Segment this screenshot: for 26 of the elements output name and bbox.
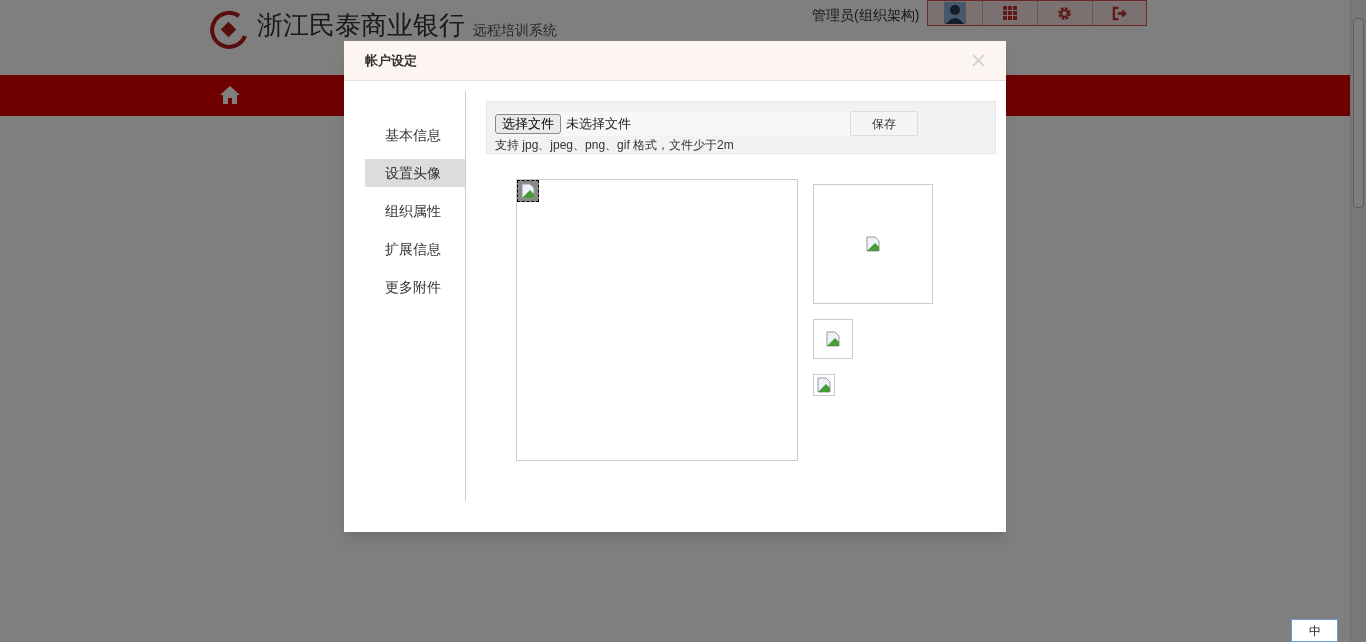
bank-name: 浙江民泰商业银行 <box>257 11 465 39</box>
menu-item[interactable]: 设置头像 <box>365 159 465 187</box>
broken-image-icon <box>865 236 881 252</box>
menu-item[interactable]: 扩展信息 <box>365 235 465 263</box>
menu-item[interactable]: 组织属性 <box>365 197 465 225</box>
file-status: 未选择文件 <box>566 114 631 133</box>
save-button[interactable]: 保存 <box>850 111 918 136</box>
menu-item[interactable]: 基本信息 <box>365 121 465 149</box>
choose-file-button[interactable]: 选择文件 <box>495 113 561 134</box>
grid-icon[interactable] <box>1002 6 1017 20</box>
scrollbar[interactable] <box>1350 0 1366 642</box>
logo-icon <box>209 10 249 50</box>
settings-icon[interactable] <box>1057 5 1073 21</box>
crop-handle[interactable] <box>517 180 539 202</box>
logout-icon[interactable] <box>1111 5 1127 21</box>
home-icon[interactable] <box>220 86 240 104</box>
dialog-title: 帐户设定 <box>365 51 417 70</box>
format-hint: 支持 jpg、jpeg、png、gif 格式，文件少于2m <box>495 139 735 151</box>
system-subtitle: 远程培训系统 <box>473 23 557 37</box>
ime-indicator[interactable]: 中 <box>1291 619 1338 642</box>
broken-image-icon <box>825 331 841 347</box>
broken-image-icon <box>520 183 536 199</box>
avatar-icon[interactable] <box>944 2 967 24</box>
menu-item[interactable]: 更多附件 <box>365 273 465 301</box>
user-label: 管理员(组织架构) <box>812 6 920 25</box>
close-icon[interactable] <box>972 54 985 67</box>
